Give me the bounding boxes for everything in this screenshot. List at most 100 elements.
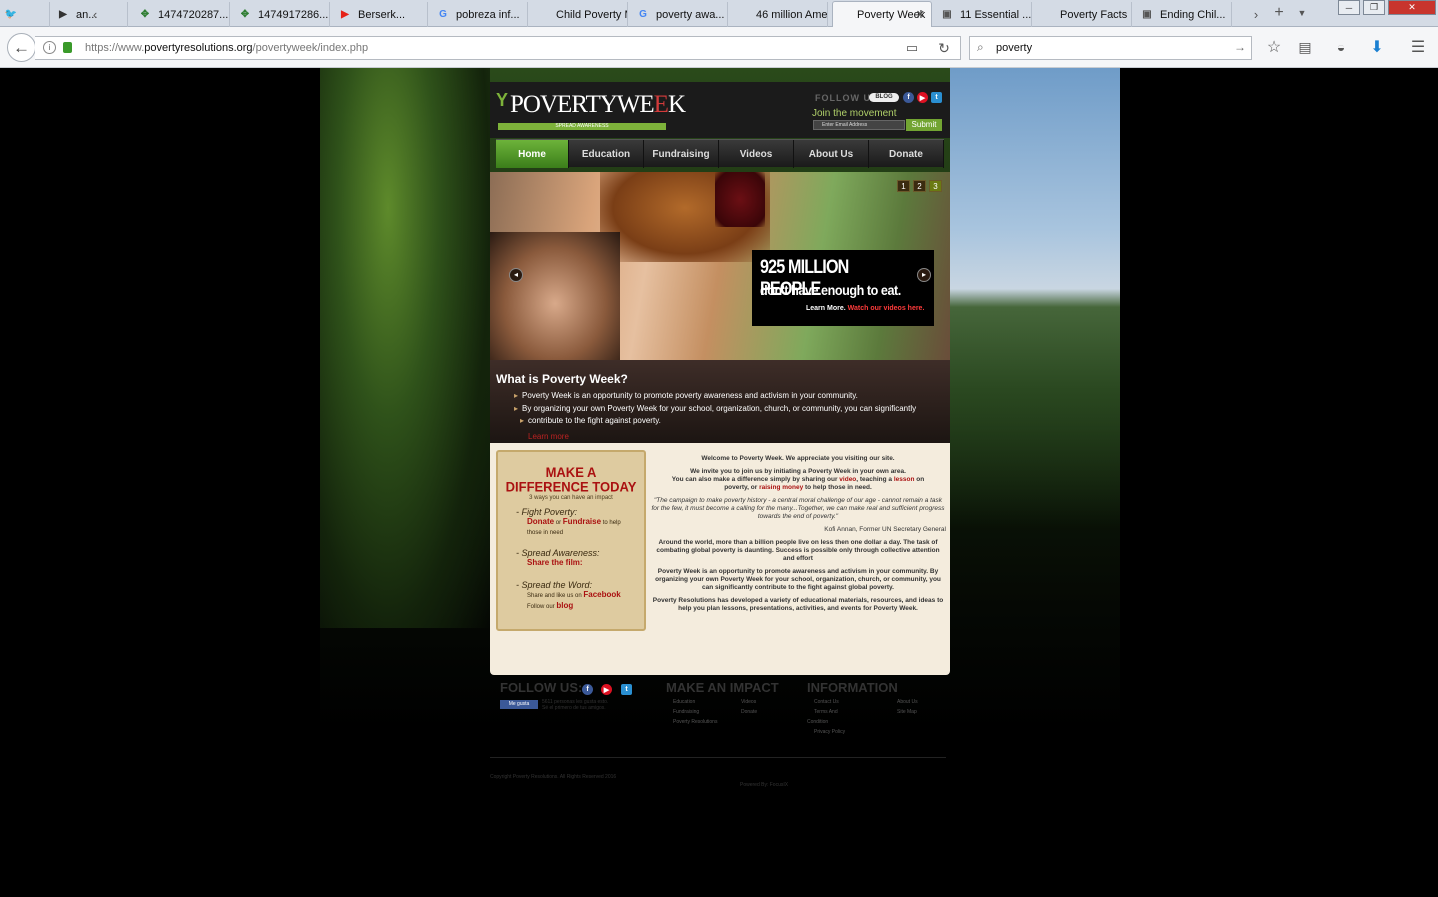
tabs-scroll-left-icon[interactable]: ‹ — [84, 3, 106, 25]
browser-tab-10[interactable]: ▣ 11 Essential ... — [936, 2, 1032, 27]
browser-tab-11[interactable]: Poverty Facts | P... — [1036, 2, 1132, 27]
menu-videos[interactable]: Videos — [719, 140, 794, 168]
browser-tab-9[interactable]: Poverty Week ✕ — [832, 1, 932, 27]
site-logo[interactable]: Y POVERTYWEEK SPREAD AWARENESS — [496, 90, 686, 132]
menu-fundraising[interactable]: Fundraising — [644, 140, 719, 168]
donate-link[interactable]: Donate — [527, 517, 554, 526]
menu-about-us[interactable]: About Us — [794, 140, 869, 168]
footer-link-contact[interactable]: Contact Us — [814, 697, 839, 707]
close-tab-icon[interactable]: ✕ — [916, 8, 925, 21]
blog-button[interactable]: BLOG — [869, 93, 899, 102]
what-is-title: What is Poverty Week? — [496, 372, 628, 386]
site-icon: ▣ — [942, 9, 952, 20]
email-input[interactable]: Enter Email Address — [813, 120, 905, 130]
facebook-like-button[interactable]: Me gusta — [500, 700, 538, 709]
bookmark-star-icon[interactable]: ☆ — [1263, 36, 1285, 58]
browser-tab-4[interactable]: ▶ Berserk... — [334, 2, 428, 27]
site-icon: ▣ — [1142, 9, 1152, 20]
url-bar[interactable]: i https://www.povertyresolutions.org/pov… — [35, 36, 961, 60]
powered-by-text[interactable]: Powered By: FocusIX — [740, 782, 788, 788]
browser-tab-0[interactable]: 🐦 — [0, 2, 50, 27]
footer-link-sitemap[interactable]: Site Map — [897, 707, 917, 717]
blog-link[interactable]: blog — [556, 601, 573, 610]
make-difference-title: MAKE A DIFFERENCE TODAY — [505, 464, 637, 495]
browser-tab-strip: 🐦 ▶ an... ✥ 1474720287... ✥ 1474917286... ▶ Bers… — [0, 0, 1438, 27]
reader-view-icon[interactable]: ▭ — [901, 37, 923, 59]
close-window-button[interactable]: ✕ — [1388, 0, 1436, 15]
twitter-icon[interactable]: t — [931, 92, 942, 103]
slider-prev-icon[interactable]: ◂ — [509, 268, 523, 282]
menu-home[interactable]: Home — [496, 140, 569, 168]
logo-text: POVERTYWE — [510, 91, 655, 118]
info-icon[interactable]: i — [43, 41, 56, 54]
make-difference-subtitle: 3 ways you can have an impact — [529, 495, 613, 501]
tab-label: 1474917286... — [258, 8, 329, 21]
footer-link-privacy[interactable]: Privacy Policy — [814, 727, 845, 737]
footer-link-poverty-resolutions[interactable]: Poverty Resolutions — [673, 717, 717, 727]
tab-label: Child Poverty M... — [556, 8, 627, 21]
share-film-link[interactable]: Share the film: — [527, 558, 583, 569]
browser-tab-5[interactable]: Gpobreza inf... — [432, 2, 528, 27]
lesson-link[interactable]: lesson — [894, 476, 915, 483]
video-link[interactable]: video — [839, 476, 856, 483]
hero-slider[interactable]: 1 2 3 925 MILLION PEOPLE don't have enou… — [490, 172, 950, 360]
slider-dot-1[interactable]: 1 — [897, 180, 910, 192]
submit-button[interactable]: Submit — [906, 119, 942, 131]
browser-tab-8[interactable]: 46 million Americ... — [732, 2, 828, 27]
menu-education[interactable]: Education — [569, 140, 644, 168]
browser-tab-6[interactable]: Child Poverty M... — [532, 2, 628, 27]
pocket-icon[interactable]: ◒ — [1330, 36, 1352, 58]
menu-donate[interactable]: Donate — [869, 140, 944, 168]
fundraise-link[interactable]: Fundraise — [563, 517, 601, 526]
footer-link-terms[interactable]: Terms And — [814, 707, 838, 717]
footer-link-education[interactable]: Education — [673, 697, 695, 707]
raising-money-link[interactable]: raising money — [759, 484, 803, 491]
url-text[interactable]: https://www.povertyresolutions.org/pover… — [85, 42, 368, 54]
tab-list-icon[interactable]: ▼ — [1291, 2, 1313, 24]
search-go-icon[interactable]: → — [1234, 40, 1246, 54]
facebook-like-text: 5611 personas les gusta esto. Sé el prime… — [542, 699, 609, 711]
youtube-icon[interactable]: ▶ — [917, 92, 928, 103]
slider-next-icon[interactable]: ▸ — [917, 268, 931, 282]
background-sky — [950, 68, 1120, 528]
slide-watch-videos-link[interactable]: Watch our videos here. — [848, 305, 925, 312]
back-icon[interactable]: ← — [7, 33, 36, 62]
footer-link-videos[interactable]: Videos — [741, 697, 756, 707]
browser-tab-3[interactable]: ✥ 1474917286... — [234, 2, 330, 27]
footer-link-about[interactable]: About Us — [897, 697, 918, 707]
restore-window-button[interactable]: ❐ — [1363, 0, 1385, 15]
browser-tab-12[interactable]: ▣ Ending Chil... — [1136, 2, 1232, 27]
footer-twitter-icon[interactable]: t — [621, 684, 632, 695]
downloads-icon[interactable]: ⬇ — [1366, 36, 1388, 58]
reading-list-icon[interactable]: ▤ — [1294, 36, 1316, 58]
learn-more-link[interactable]: Learn more — [528, 432, 569, 441]
facebook-link[interactable]: Facebook — [583, 590, 620, 599]
facebook-icon[interactable]: f — [903, 92, 914, 103]
what-bullet-1: Poverty Week is an opportunity to promot… — [514, 390, 858, 402]
minimize-window-button[interactable]: ─ — [1338, 0, 1360, 15]
slider-dot-2[interactable]: 2 — [913, 180, 926, 192]
footer-link-fundraising[interactable]: Fundraising — [673, 707, 699, 717]
menu-hamburger-icon[interactable]: ☰ — [1407, 36, 1429, 58]
media-icon: ▶ — [59, 9, 67, 20]
footer-youtube-icon[interactable]: ▶ — [601, 684, 612, 695]
blank-icon — [736, 8, 750, 22]
new-tab-icon[interactable]: + — [1268, 2, 1290, 24]
browser-tab-2[interactable]: ✥ 1474720287... — [134, 2, 230, 27]
google-icon: G — [439, 9, 447, 20]
slider-dot-3[interactable]: 3 — [929, 180, 942, 192]
footer-facebook-icon[interactable]: f — [582, 684, 593, 695]
slide-learn-more[interactable]: Learn More. — [806, 305, 846, 312]
tabs-scroll-right-icon[interactable]: › — [1245, 3, 1267, 25]
footer-link-donate[interactable]: Donate — [741, 707, 757, 717]
browser-tab-7[interactable]: Gpoverty awa... — [632, 2, 728, 27]
tab-label: poverty awa... — [656, 8, 725, 21]
search-input[interactable]: poverty — [996, 42, 1032, 54]
search-icon: ⌕ — [977, 40, 984, 54]
spread-awareness-heading: - Spread Awareness: — [516, 548, 600, 558]
background-trees — [320, 68, 490, 628]
footer-link-condition[interactable]: Condition — [807, 717, 828, 727]
search-bar[interactable]: ⌕ poverty → — [969, 36, 1252, 60]
slide-subheadline: don't have enough to eat. — [760, 282, 901, 298]
reload-icon[interactable]: ↻ — [933, 37, 955, 59]
